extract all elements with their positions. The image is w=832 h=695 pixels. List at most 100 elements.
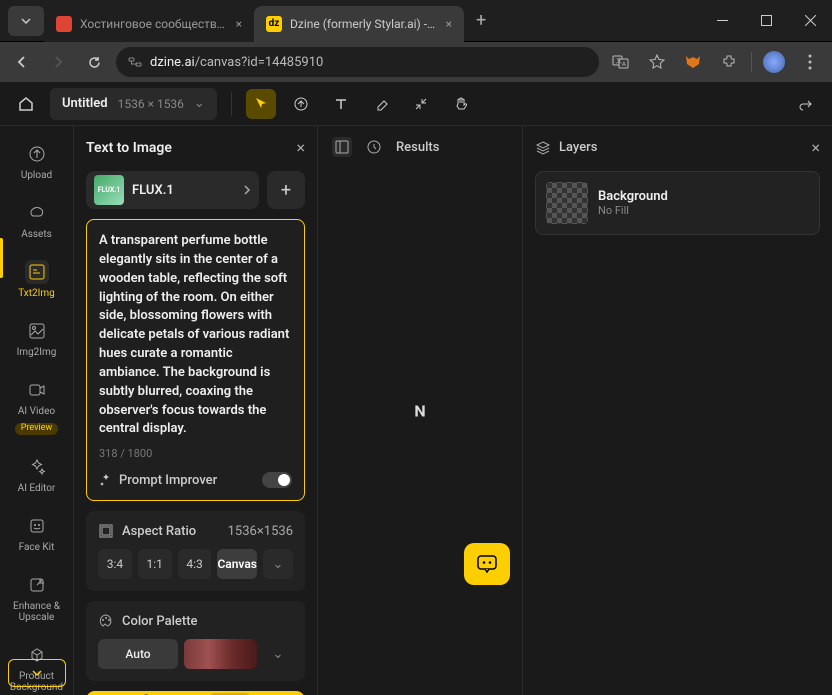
history-icon[interactable] (366, 139, 382, 155)
profile-avatar[interactable] (760, 48, 788, 76)
prompt-textarea[interactable]: A transparent perfume bottle elegantly s… (99, 232, 292, 439)
chevron-right-icon (243, 184, 251, 196)
panel-close-button[interactable]: × (296, 138, 305, 157)
back-button[interactable] (8, 48, 36, 76)
aspect-value: 1536×1536 (228, 524, 293, 539)
rail-img2img[interactable]: Img2Img (4, 311, 70, 366)
palette-icon (98, 613, 114, 629)
tab-close-button[interactable]: × (446, 17, 452, 31)
rail-aieditor[interactable]: AI Editor (4, 447, 70, 502)
layers-title: Layers (559, 140, 803, 155)
sparkle-icon (99, 473, 113, 487)
layer-name: Background (598, 189, 668, 204)
text-to-image-panel: Text to Image × FLUX.1 FLUX.1 + A transp… (74, 126, 318, 695)
browser-urlbar: dzine.ai/canvas?id=14485910 文A (0, 42, 832, 82)
rail-aivideo[interactable]: AI VideoPreview (4, 370, 70, 443)
aspect-label: Aspect Ratio (122, 524, 220, 539)
browser-tab-1[interactable]: Хостинговое сообщество «Tim × (44, 6, 254, 42)
minimize-button[interactable] (700, 0, 744, 42)
hand-tool[interactable] (446, 89, 476, 119)
prompt-improver-label: Prompt Improver (119, 473, 256, 488)
reload-button[interactable] (80, 48, 108, 76)
collapse-tool[interactable] (406, 89, 436, 119)
canvas-marker: N (414, 401, 425, 420)
url-path: /canvas?id=14485910 (195, 55, 324, 70)
translate-icon[interactable]: 文A (607, 48, 635, 76)
layer-thumbnail (546, 182, 588, 224)
app-body: Upload Assets Txt2Img Img2Img AI VideoPr… (0, 126, 832, 695)
palette-dropdown[interactable]: ⌄ (263, 639, 293, 669)
model-thumb: FLUX.1 (94, 175, 124, 205)
rail-txt2img[interactable]: Txt2Img (4, 252, 70, 307)
rail-facekit[interactable]: Face Kit (4, 506, 70, 561)
palette-auto-button[interactable]: Auto (98, 639, 178, 669)
generate-button[interactable]: Generate Public (86, 691, 305, 695)
document-name[interactable]: Untitled 1536 × 1536 ⌄ (50, 88, 217, 120)
model-name: FLUX.1 (132, 183, 235, 198)
layer-item[interactable]: Background No Fill (535, 171, 820, 235)
forward-button[interactable] (44, 48, 72, 76)
chat-fab[interactable] (464, 543, 510, 585)
prompt-improver-toggle[interactable] (262, 472, 292, 488)
favicon-icon (56, 16, 72, 32)
layers-panel: Layers × Background No Fill (522, 126, 832, 695)
nav-rail: Upload Assets Txt2Img Img2Img AI VideoPr… (0, 126, 74, 695)
rail-upload[interactable]: Upload (4, 134, 70, 189)
tab-title: Dzine (formerly Stylar.ai) - The F (290, 17, 438, 31)
ratio-3-4[interactable]: 3:4 (98, 549, 132, 579)
aspect-ratio-section: Aspect Ratio 1536×1536 3:4 1:1 4:3 Canva… (86, 511, 305, 591)
ratio-canvas[interactable]: Canvas (217, 549, 257, 579)
ratio-dropdown[interactable]: ⌄ (263, 549, 293, 579)
upload-tool[interactable] (286, 89, 316, 119)
app-toolbar: Untitled 1536 × 1536 ⌄ (0, 82, 832, 126)
home-button[interactable] (12, 90, 40, 118)
results-label: Results (396, 140, 439, 155)
layer-fill: No Fill (598, 204, 668, 217)
aspect-icon (98, 523, 114, 539)
close-window-button[interactable] (788, 0, 832, 42)
model-selector[interactable]: FLUX.1 FLUX.1 (86, 171, 259, 209)
rail-enhance[interactable]: Enhance & Upscale (4, 565, 70, 631)
browser-menu-icon[interactable] (796, 48, 824, 76)
doc-dimensions: 1536 × 1536 (118, 97, 184, 111)
undo-button[interactable] (790, 89, 820, 119)
new-tab-button[interactable]: + (464, 10, 498, 31)
favicon-icon: dz (266, 16, 282, 32)
url-domain: dzine.ai (150, 55, 195, 70)
text-tool[interactable] (326, 89, 356, 119)
rail-expand-button[interactable] (8, 659, 66, 687)
color-palette-section: Color Palette Auto ⌄ (86, 601, 305, 681)
svg-text:A: A (622, 61, 626, 68)
palette-label: Color Palette (122, 614, 293, 629)
site-settings-icon (128, 55, 142, 69)
window-controls (700, 0, 832, 42)
char-count: 318 / 1800 (99, 447, 292, 460)
browser-titlebar: Хостинговое сообщество «Tim × dz Dzine (… (0, 0, 832, 42)
ratio-1-1[interactable]: 1:1 (138, 549, 172, 579)
tab-title: Хостинговое сообщество «Tim (80, 17, 228, 31)
prompt-box: A transparent perfume bottle elegantly s… (86, 219, 305, 501)
layers-close-button[interactable]: × (811, 138, 820, 157)
layers-icon (535, 140, 551, 156)
address-bar[interactable]: dzine.ai/canvas?id=14485910 (116, 47, 599, 77)
rail-assets[interactable]: Assets (4, 193, 70, 248)
eraser-tool[interactable] (366, 89, 396, 119)
extensions-icon[interactable] (715, 48, 743, 76)
app-root: Untitled 1536 × 1536 ⌄ Upload Assets Txt… (0, 82, 832, 695)
maximize-button[interactable] (744, 0, 788, 42)
rail-active-indicator (0, 238, 3, 278)
canvas-area[interactable]: Results N (318, 126, 522, 695)
bookmark-icon[interactable] (643, 48, 671, 76)
extension-fox-icon[interactable] (679, 48, 707, 76)
doc-title: Untitled (62, 96, 108, 111)
pointer-tool[interactable] (246, 89, 276, 119)
tab-search-button[interactable] (8, 6, 44, 36)
panel-toggle-icon[interactable] (332, 137, 352, 157)
ratio-4-3[interactable]: 4:3 (178, 549, 212, 579)
add-model-button[interactable]: + (267, 171, 305, 209)
tab-close-button[interactable]: × (236, 17, 242, 31)
browser-tab-2[interactable]: dz Dzine (formerly Stylar.ai) - The F × (254, 6, 464, 42)
panel-title: Text to Image (86, 140, 172, 156)
palette-swatch[interactable] (184, 639, 257, 669)
preview-badge: Preview (15, 423, 58, 435)
